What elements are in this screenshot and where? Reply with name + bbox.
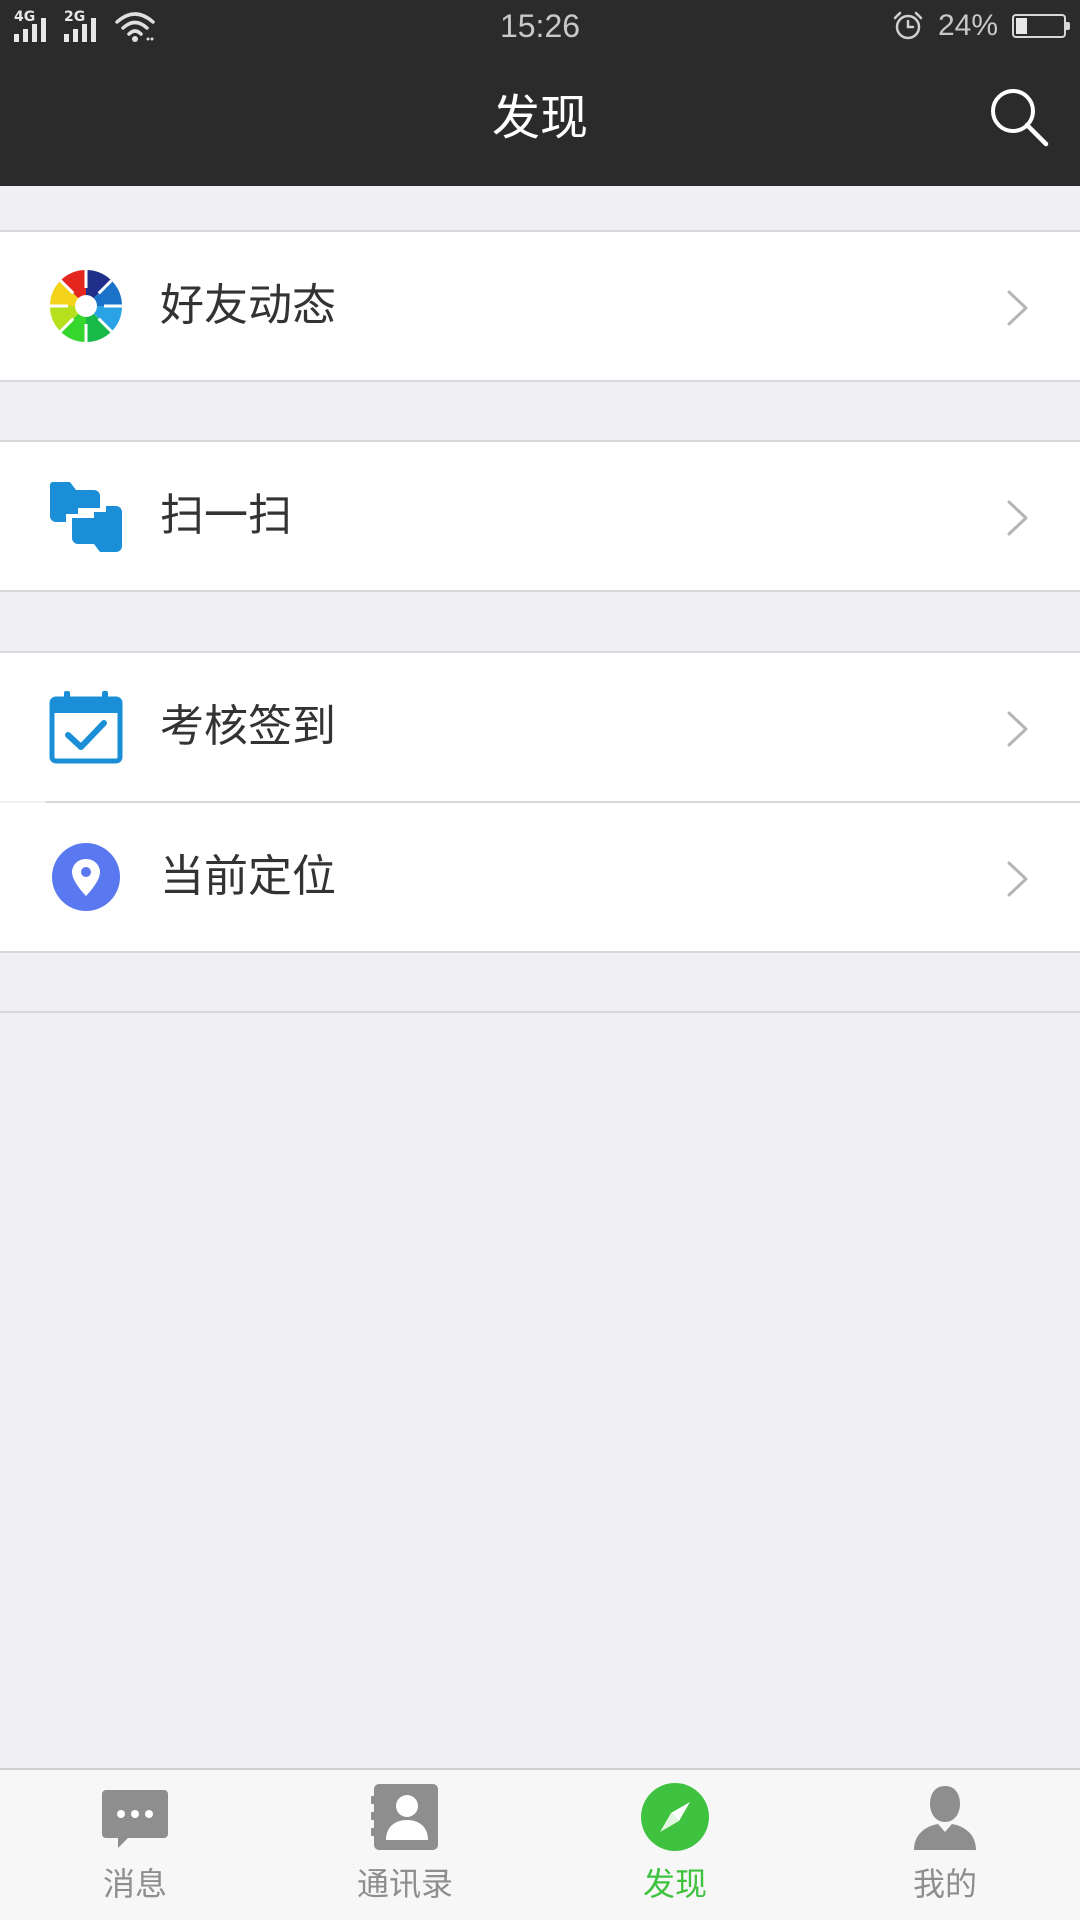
calendar-check-icon bbox=[49, 691, 123, 764]
tab-contacts[interactable]: 通讯录 bbox=[270, 1770, 540, 1920]
divider bbox=[0, 380, 1080, 382]
contacts-icon bbox=[371, 1784, 438, 1850]
discover-page: 4G 2G 15:26 24% 发现 好友动态 扫一扫 考核签到 当前定位 消息… bbox=[0, 0, 1080, 1920]
battery-icon bbox=[1012, 14, 1070, 38]
person-icon bbox=[914, 1786, 976, 1850]
list-item-checkin[interactable]: 考核签到 bbox=[0, 653, 1080, 801]
chevron-right-icon bbox=[1007, 500, 1028, 536]
tab-label: 发现 bbox=[642, 1865, 707, 1903]
tab-me[interactable]: 我的 bbox=[810, 1770, 1080, 1920]
battery-percent: 24% bbox=[937, 9, 998, 42]
compass-icon bbox=[641, 1783, 709, 1851]
status-bar: 4G 2G 15:26 24% bbox=[0, 0, 1080, 50]
list-item-location[interactable]: 当前定位 bbox=[0, 803, 1080, 951]
list-item-friend-moments[interactable]: 好友动态 bbox=[0, 232, 1080, 380]
tab-label: 消息 bbox=[102, 1865, 167, 1903]
header: 发现 bbox=[0, 50, 1080, 186]
scan-icon bbox=[49, 482, 122, 552]
alarm-icon bbox=[893, 11, 923, 40]
chevron-right-icon bbox=[1007, 290, 1028, 326]
tab-label: 我的 bbox=[912, 1865, 977, 1903]
list-item-label: 扫一扫 bbox=[160, 490, 292, 541]
chat-bubble-icon bbox=[102, 1790, 168, 1848]
search-icon[interactable] bbox=[986, 84, 1052, 150]
tab-discover[interactable]: 发现 bbox=[540, 1770, 810, 1920]
divider bbox=[0, 1011, 1080, 1013]
aperture-icon bbox=[49, 269, 123, 343]
list-item-label: 好友动态 bbox=[160, 280, 336, 331]
status-right: 24% bbox=[892, 8, 1070, 44]
chevron-right-icon bbox=[1007, 861, 1028, 897]
page-title: 发现 bbox=[491, 90, 588, 146]
location-pin-icon bbox=[52, 843, 120, 911]
tab-messages[interactable]: 消息 bbox=[0, 1770, 270, 1920]
tab-label: 通讯录 bbox=[356, 1865, 453, 1903]
battery-level-fill bbox=[1016, 18, 1027, 34]
tab-bar: 消息 通讯录 发现 我的 bbox=[0, 1768, 1080, 1920]
list-item-label: 当前定位 bbox=[160, 851, 336, 902]
divider bbox=[0, 590, 1080, 592]
list-item-label: 考核签到 bbox=[160, 701, 336, 752]
divider bbox=[0, 951, 1080, 953]
list-item-scan[interactable]: 扫一扫 bbox=[0, 442, 1080, 590]
chevron-right-icon bbox=[1007, 711, 1028, 747]
